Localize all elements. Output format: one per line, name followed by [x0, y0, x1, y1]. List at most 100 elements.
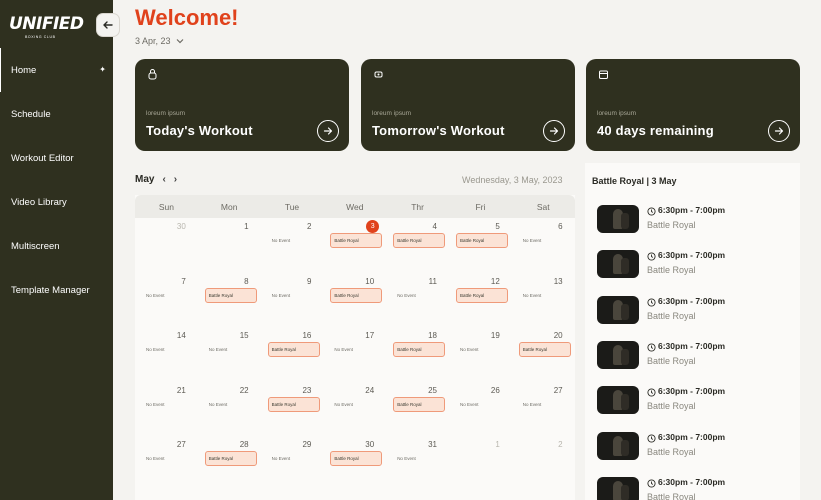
sidebar-item-multiscreen[interactable]: Multiscreen — [0, 224, 113, 268]
sidebar-item-label: Multiscreen — [11, 240, 60, 252]
session-thumbnail — [597, 340, 639, 369]
session-item[interactable]: 6:30pm - 7:00pm Battle Royal — [597, 340, 793, 373]
calendar-day-cell[interactable]: 29 No Event — [261, 436, 324, 490]
session-item[interactable]: 6:30pm - 7:00pm Battle Royal — [597, 431, 793, 464]
session-thumbnail — [597, 205, 639, 233]
calendar-day-cell[interactable]: 4 Battle Royal — [386, 218, 449, 272]
calendar-day-cell[interactable]: 10 Battle Royal — [323, 273, 386, 327]
calendar-day-cell[interactable]: 11 No Event — [386, 273, 449, 327]
event-chip[interactable]: Battle Royal — [267, 396, 320, 412]
card-open-button[interactable] — [317, 120, 339, 142]
event-chip[interactable]: Battle Royal — [330, 451, 383, 466]
sidebar: UNIFIED BOXING CLUB Home ✦ Schedule Work… — [0, 0, 113, 500]
sidebar-item-workout-editor[interactable]: Workout Editor — [0, 136, 113, 180]
session-item[interactable]: 6:30pm - 7:00pm Battle Royal — [597, 295, 793, 328]
session-item[interactable]: 6:30pm - 7:00pm Battle Royal — [597, 386, 793, 418]
chevron-right-icon[interactable]: › — [174, 174, 177, 185]
calendar-day-cell[interactable]: 25 Battle Royal — [386, 382, 449, 436]
weekday-header: Sat — [536, 202, 550, 212]
calendar-day-cell[interactable]: 22 No Event — [198, 382, 261, 436]
sidebar-item-label: Workout Editor — [11, 152, 74, 164]
clock-icon — [647, 433, 656, 443]
day-number: 23 — [302, 385, 312, 395]
card-title: 40 days remaining — [597, 123, 714, 138]
calendar-day-cell[interactable]: 7 No Event — [135, 273, 198, 327]
session-name: Battle Royal — [647, 265, 696, 276]
date-selector[interactable]: 3 Apr, 23 — [135, 36, 184, 46]
event-chip[interactable]: Battle Royal — [330, 287, 383, 303]
calendar-day-cell[interactable]: 27 No Event — [135, 436, 198, 490]
calendar-day-cell[interactable]: 27 No Event — [512, 382, 575, 436]
weekday-header: Fri — [475, 202, 486, 212]
day-number: 6 — [558, 222, 563, 231]
calendar-day-cell[interactable]: 21 No Event — [135, 382, 198, 436]
calendar-day-cell[interactable]: 30 — [135, 218, 198, 272]
calendar-day-cell[interactable]: 24 No Event — [323, 382, 386, 436]
calendar-day-cell[interactable]: 17 No Event — [323, 327, 386, 381]
calendar-day-cell[interactable]: 16 Battle Royal — [261, 327, 324, 381]
days-remaining-card[interactable]: loreum ipsum 40 days remaining — [586, 59, 800, 151]
day-number: 16 — [302, 331, 312, 340]
calendar-day-cell[interactable]: 5 Battle Royal — [449, 218, 512, 272]
event-chip[interactable]: Battle Royal — [204, 287, 257, 303]
sidebar-item-label: Template Manager — [11, 284, 90, 296]
session-item[interactable]: 6:30pm - 7:00pm Battle Royal — [597, 205, 793, 237]
calendar-month-nav: May ‹ › — [135, 174, 177, 185]
calendar-day-cell[interactable]: 18 Battle Royal — [386, 327, 449, 381]
day-number: 31 — [428, 440, 437, 449]
calendar-day-cell[interactable]: 1 — [198, 218, 261, 272]
calendar-day-cell[interactable]: 2 — [512, 436, 575, 490]
session-thumbnail — [597, 476, 639, 500]
calendar-day-cell[interactable]: 9 No Event — [261, 273, 324, 327]
sidebar-item-schedule[interactable]: Schedule — [0, 92, 113, 136]
calendar-day-cell[interactable]: 26 No Event — [449, 382, 512, 436]
event-chip[interactable]: Battle Royal — [393, 342, 446, 357]
session-item[interactable]: 6:30pm - 7:00pm Battle Royal — [597, 250, 793, 282]
event-chip[interactable]: Battle Royal — [393, 396, 446, 412]
day-number: 7 — [181, 276, 186, 286]
calendar-day-cell[interactable]: 20 Battle Royal — [512, 327, 575, 381]
sidebar-item-template-manager[interactable]: Template Manager — [0, 268, 113, 312]
clock-icon — [647, 252, 656, 261]
day-number: 28 — [239, 440, 249, 449]
tomorrows-workout-card[interactable]: loreum ipsum Tomorrow's Workout — [361, 59, 575, 151]
sidebar-item-label: Schedule — [11, 108, 51, 120]
chevron-left-icon[interactable]: ‹ — [162, 174, 165, 185]
calendar-day-cell[interactable]: 8 Battle Royal — [198, 273, 261, 327]
calendar-day-cell[interactable]: 13 No Event — [512, 273, 575, 327]
calendar-day-cell[interactable]: 15 No Event — [198, 327, 261, 381]
calendar-day-cell[interactable]: 31 No Event — [386, 436, 449, 490]
collapse-sidebar-button[interactable] — [96, 13, 120, 37]
event-chip[interactable]: Battle Royal — [330, 233, 383, 248]
calendar-day-cell[interactable]: 3 Battle Royal — [323, 218, 386, 272]
event-chip[interactable]: Battle Royal — [204, 451, 257, 466]
session-thumbnail — [597, 295, 639, 324]
session-thumbnail — [597, 386, 639, 415]
sidebar-item-video-library[interactable]: Video Library — [0, 180, 113, 224]
day-number: 29 — [302, 440, 312, 449]
sessions-panel: Battle Royal | 3 May 6:30pm - 7:00pm Batt… — [585, 163, 800, 500]
calendar-day-cell[interactable]: 28 Battle Royal — [198, 436, 261, 490]
event-chip[interactable]: Battle Royal — [456, 233, 508, 248]
card-open-button[interactable] — [768, 120, 790, 142]
card-open-button[interactable] — [543, 120, 565, 142]
calendar-day-cell[interactable]: 1 — [449, 436, 512, 490]
event-chip[interactable]: Battle Royal — [518, 342, 571, 357]
calendar-day-cell[interactable]: 19 No Event — [449, 327, 512, 381]
no-event-label: No Event — [460, 347, 479, 352]
event-chip[interactable]: Battle Royal — [456, 287, 508, 303]
calendar-day-cell[interactable]: 23 Battle Royal — [261, 382, 324, 436]
event-chip[interactable]: Battle Royal — [267, 342, 320, 357]
todays-workout-card[interactable]: loreum ipsum Today's Workout — [135, 59, 349, 151]
calendar-day-cell[interactable]: 30 Battle Royal — [323, 436, 386, 490]
calendar-day-cell[interactable]: 12 Battle Royal — [449, 273, 512, 327]
calendar-day-cell[interactable]: 2 No Event — [261, 218, 324, 272]
sessions-panel-title: Battle Royal | 3 May — [592, 176, 677, 186]
event-chip[interactable]: Battle Royal — [393, 233, 446, 248]
chevron-down-icon — [176, 39, 183, 44]
session-item[interactable]: 6:30pm - 7:00pm Battle Royal — [597, 476, 793, 500]
calendar-day-cell[interactable]: 6 No Event — [512, 218, 575, 272]
day-number: 17 — [365, 331, 375, 340]
calendar-day-cell[interactable]: 14 No Event — [135, 327, 198, 381]
sidebar-item-home[interactable]: Home ✦ — [0, 48, 113, 92]
